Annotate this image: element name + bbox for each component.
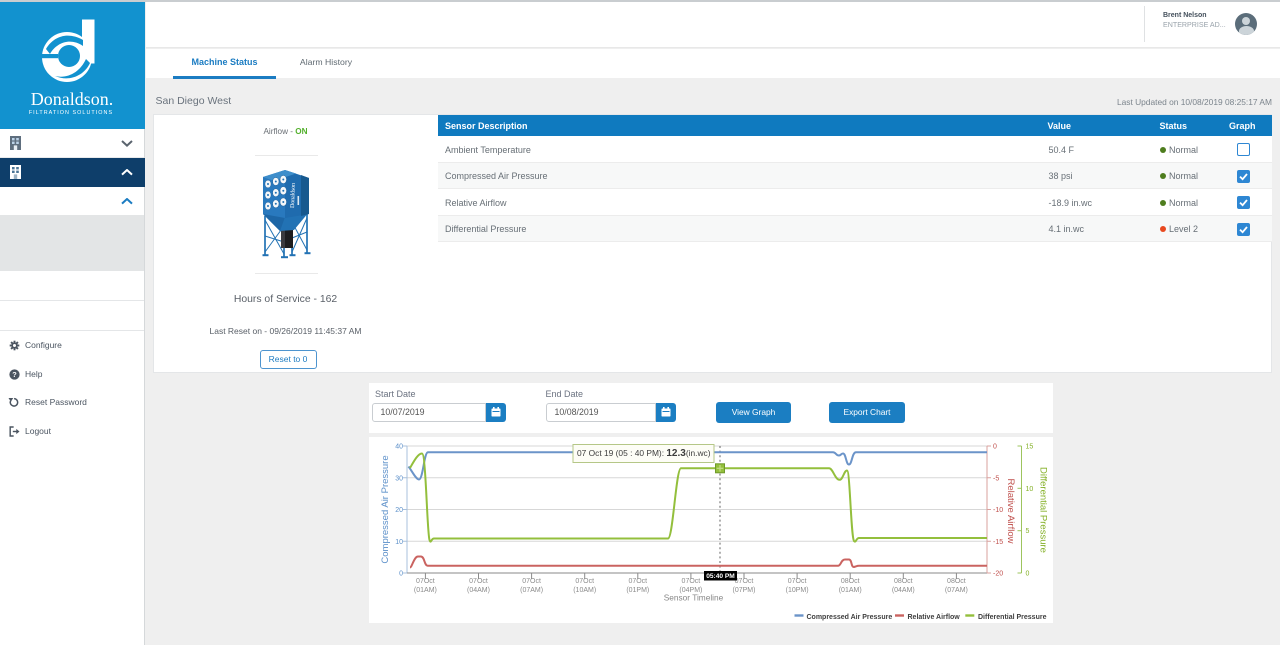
svg-text:5: 5 [1026,528,1030,535]
svg-text:Relative Airflow: Relative Airflow [908,614,961,621]
svg-text:10: 10 [395,539,403,546]
svg-text:08Oct: 08Oct [894,578,913,585]
svg-text:0: 0 [1026,571,1030,578]
svg-text:0: 0 [993,444,997,451]
svg-text:Differential Pressure: Differential Pressure [978,614,1047,621]
svg-text:?: ? [12,370,17,379]
svg-text:Donaldson: Donaldson [290,183,297,208]
svg-text:-10: -10 [993,507,1003,514]
svg-text:0: 0 [399,571,403,578]
svg-text:FILTRATION SOLUTIONS: FILTRATION SOLUTIONS [29,110,113,116]
svg-text:10: 10 [1026,486,1034,493]
svg-text:(07PM): (07PM) [733,587,756,594]
svg-text:07Oct: 07Oct [682,578,701,585]
svg-text:(01AM): (01AM) [414,587,437,594]
svg-text:07Oct: 07Oct [416,578,435,585]
svg-text:(04AM): (04AM) [892,587,915,594]
svg-text:07Oct: 07Oct [469,578,488,585]
svg-text:07Oct: 07Oct [735,578,754,585]
svg-text:07Oct: 07Oct [522,578,541,585]
svg-text:(01AM): (01AM) [839,587,862,594]
svg-text:Donaldson.: Donaldson. [31,89,114,109]
svg-text:Sensor Timeline: Sensor Timeline [664,593,724,603]
svg-text:07Oct: 07Oct [788,578,807,585]
svg-text:08Oct: 08Oct [841,578,860,585]
svg-text:(01PM): (01PM) [626,587,649,594]
svg-text:40: 40 [395,444,403,451]
svg-text:Relative Airflow: Relative Airflow [1005,479,1016,544]
svg-text:(04AM): (04AM) [467,587,490,594]
svg-text:(10PM): (10PM) [786,587,809,594]
svg-text:Compressed Air Pressure: Compressed Air Pressure [807,614,893,621]
svg-text:(10AM): (10AM) [573,587,596,594]
svg-text:05:40 PM: 05:40 PM [706,573,735,580]
svg-text:Differential Pressure: Differential Pressure [1038,467,1049,553]
svg-text:07Oct: 07Oct [575,578,594,585]
svg-text:07Oct: 07Oct [628,578,647,585]
svg-text:-20: -20 [993,571,1003,578]
svg-text:-15: -15 [993,539,1003,546]
svg-text:20: 20 [395,507,403,514]
svg-text:Compressed Air Pressure: Compressed Air Pressure [380,455,391,563]
svg-text:-5: -5 [993,475,999,482]
svg-text:08Oct: 08Oct [947,578,966,585]
svg-text:15: 15 [1026,444,1034,451]
svg-text:(07AM): (07AM) [945,587,968,594]
svg-text:30: 30 [395,475,403,482]
svg-text:07 Oct 19 (05 : 40 PM): 12.3(i: 07 Oct 19 (05 : 40 PM): 12.3(in.wc) [577,448,711,459]
svg-text:(07AM): (07AM) [520,587,543,594]
